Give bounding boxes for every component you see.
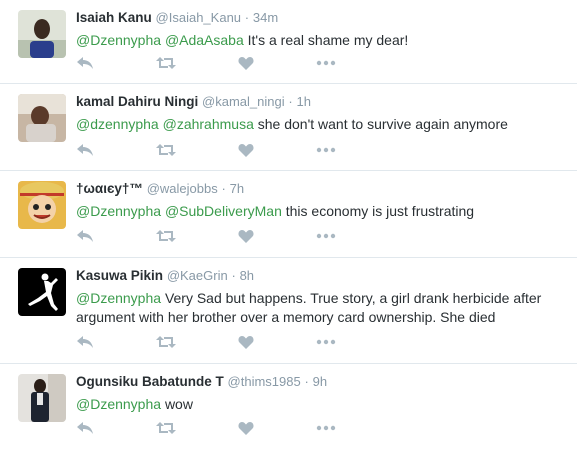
tweet-username[interactable]: @kamal_ningi	[202, 94, 285, 109]
avatar[interactable]	[18, 181, 66, 229]
tweet-timestamp[interactable]: 1h	[297, 94, 311, 109]
separator-dot: ·	[221, 181, 226, 196]
retweet-icon[interactable]	[156, 56, 176, 70]
mention-link[interactable]: @Dzennypha	[76, 396, 161, 412]
mention-link[interactable]: @Dzennypha	[76, 290, 161, 306]
tweet-fullname[interactable]: Isaiah Kanu	[76, 10, 152, 25]
tweet-body: this economy is just frustrating	[285, 203, 475, 219]
separator-dot: ·	[244, 10, 250, 25]
mention-link[interactable]: @SubDeliveryMan	[165, 203, 282, 219]
more-icon[interactable]	[316, 229, 336, 243]
tweet-fullname[interactable]: Kasuwa Pikin	[76, 268, 163, 283]
tweet-body: It's a real shame my dear!	[247, 32, 409, 48]
retweet-icon[interactable]	[156, 335, 176, 349]
reply-icon[interactable]	[76, 229, 94, 243]
like-icon[interactable]	[238, 143, 254, 158]
tweet-actions	[76, 335, 356, 355]
tweet-text: @Dzennypha @SubDeliveryMan this economy …	[76, 202, 565, 221]
tweet[interactable]: †ωαιєу†™ @walejobbs · 7h @Dzennypha @Sub…	[0, 171, 577, 258]
tweet-username[interactable]: @KaeGrin	[167, 268, 228, 283]
more-icon[interactable]	[316, 335, 336, 349]
separator-dot: ·	[288, 94, 293, 109]
like-icon[interactable]	[238, 421, 254, 436]
mention-link[interactable]: @Dzennypha	[76, 203, 161, 219]
tweet-actions	[76, 421, 356, 441]
tweet[interactable]: Isaiah Kanu @Isaiah_Kanu · 34m @Dzennyph…	[0, 0, 577, 84]
like-icon[interactable]	[238, 229, 254, 244]
tweet[interactable]: kamal Dahiru Ningi @kamal_ningi · 1h @dz…	[0, 84, 577, 171]
more-icon[interactable]	[316, 421, 336, 435]
separator-dot: ·	[231, 268, 236, 283]
tweet-text: @Dzennypha @AdaAsaba It's a real shame m…	[76, 31, 565, 50]
tweet-timestamp[interactable]: 7h	[230, 181, 244, 196]
reply-icon[interactable]	[76, 56, 94, 70]
tweet-actions	[76, 56, 356, 76]
mention-link[interactable]: @AdaAsaba	[165, 32, 244, 48]
mention-link[interactable]: @zahrahmusa	[163, 116, 254, 132]
tweet-text: @Dzennypha Very Sad but happens. True st…	[76, 289, 565, 327]
more-icon[interactable]	[316, 143, 336, 157]
tweet-timestamp[interactable]: 34m	[253, 10, 278, 25]
tweet-body: she don't want to survive again anymore	[257, 116, 508, 132]
tweet-fullname[interactable]: Ogunsiku Babatunde T	[76, 374, 224, 389]
avatar[interactable]	[18, 374, 66, 422]
mention-link[interactable]: @Dzennypha	[76, 32, 161, 48]
tweet-username[interactable]: @walejobbs	[147, 181, 218, 196]
reply-icon[interactable]	[76, 421, 94, 435]
tweet-text: @Dzennypha wow	[76, 395, 565, 414]
reply-icon[interactable]	[76, 143, 94, 157]
tweet-body: wow	[164, 396, 193, 412]
avatar[interactable]	[18, 268, 66, 316]
tweet-text: @dzennypha @zahrahmusa she don't want to…	[76, 115, 565, 134]
tweet-timeline: Isaiah Kanu @Isaiah_Kanu · 34m @Dzennyph…	[0, 0, 577, 454]
tweet-timestamp[interactable]: 9h	[313, 374, 327, 389]
tweet-username[interactable]: @thims1985	[228, 374, 301, 389]
tweet-fullname[interactable]: kamal Dahiru Ningi	[76, 94, 198, 109]
like-icon[interactable]	[238, 56, 254, 71]
retweet-icon[interactable]	[156, 229, 176, 243]
tweet[interactable]: Kasuwa Pikin @KaeGrin · 8h @Dzennypha Ve…	[0, 258, 577, 364]
tweet-actions	[76, 143, 356, 163]
tweet-fullname[interactable]: †ωαιєу†™	[76, 181, 143, 196]
retweet-icon[interactable]	[156, 421, 176, 435]
tweet[interactable]: Ogunsiku Babatunde T @thims1985 · 9h @Dz…	[0, 364, 577, 454]
tweet-actions	[76, 229, 356, 249]
avatar[interactable]	[18, 94, 66, 142]
tweet-timestamp[interactable]: 8h	[240, 268, 254, 283]
separator-dot: ·	[304, 374, 309, 389]
tweet-username[interactable]: @Isaiah_Kanu	[156, 10, 241, 25]
avatar[interactable]	[18, 10, 66, 58]
like-icon[interactable]	[238, 335, 254, 350]
reply-icon[interactable]	[76, 335, 94, 349]
mention-link[interactable]: @dzennypha	[76, 116, 159, 132]
retweet-icon[interactable]	[156, 143, 176, 157]
more-icon[interactable]	[316, 56, 336, 70]
